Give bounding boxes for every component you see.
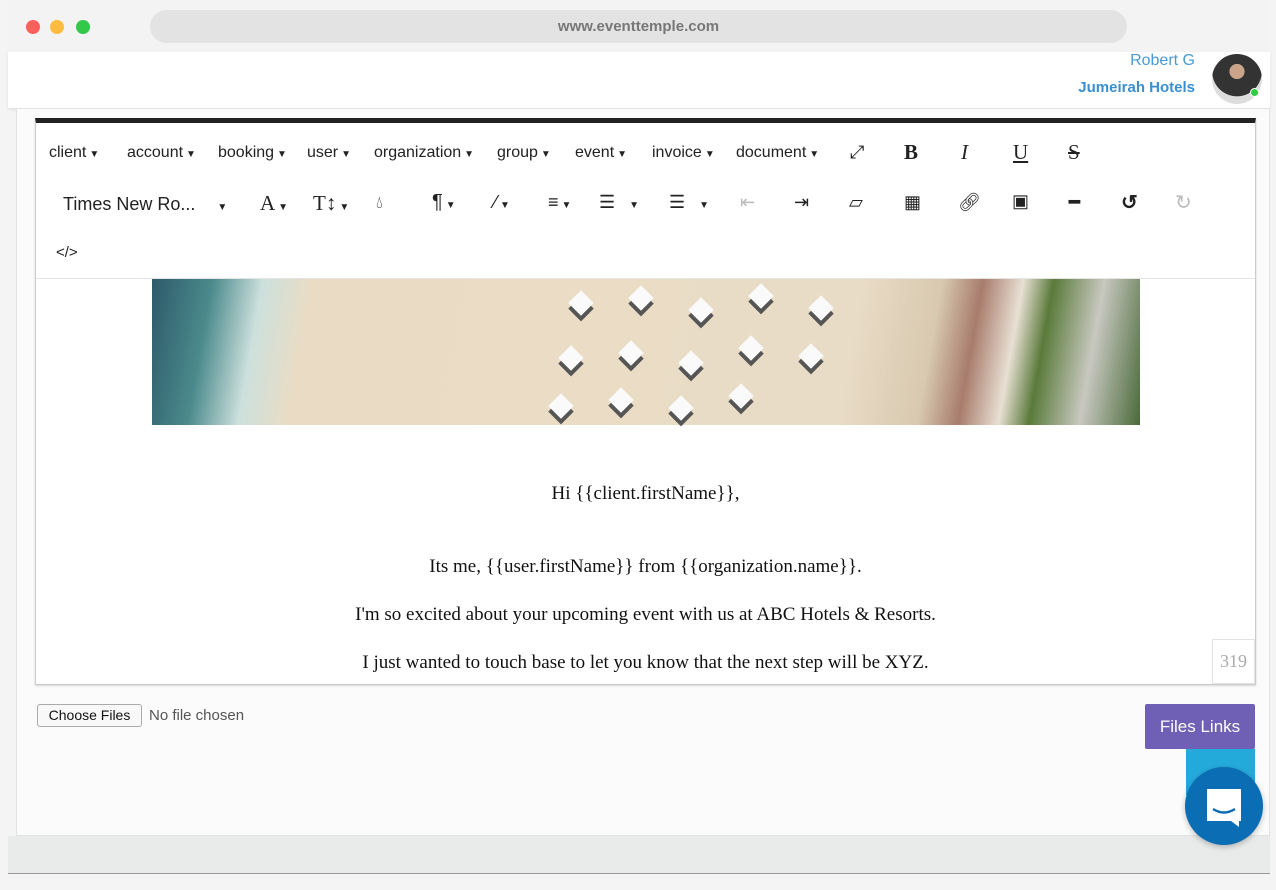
close-window-button[interactable]	[26, 20, 40, 34]
footer-bar	[8, 836, 1270, 874]
redo-icon[interactable]: ↻	[1175, 190, 1192, 215]
maximize-window-button[interactable]	[76, 20, 90, 34]
app-header: Robert G Jumeirah Hotels	[8, 52, 1270, 108]
fullscreen-icon[interactable]: ⤢	[850, 142, 864, 163]
strikethrough-icon[interactable]: S	[1068, 140, 1080, 165]
underline-icon[interactable]: U	[1013, 140, 1028, 165]
merge-menu-organization[interactable]: organization ▼	[374, 144, 474, 162]
minimize-window-button[interactable]	[50, 20, 64, 34]
files-links-button[interactable]: Files Links	[1145, 704, 1255, 749]
chat-launcher-button[interactable]	[1185, 767, 1263, 845]
outdent-icon[interactable]: ⇤	[740, 192, 755, 213]
merge-menu-group[interactable]: group ▼	[497, 144, 551, 162]
color-icon[interactable]: 💧︎	[376, 193, 383, 213]
table-icon[interactable]: ▦	[904, 192, 921, 213]
eraser-icon[interactable]: ▱	[849, 192, 863, 213]
merge-menu-user[interactable]: user ▼	[307, 144, 351, 162]
magic-icon[interactable]: ⁄ ▼	[494, 192, 510, 213]
merge-menu-document[interactable]: document ▼	[736, 144, 819, 162]
email-greeting[interactable]: Hi {{client.firstName}},	[36, 483, 1255, 505]
horizontal-rule-icon[interactable]: ━	[1069, 192, 1080, 213]
choose-files-button[interactable]: Choose Files	[37, 704, 142, 727]
indent-icon[interactable]: ⇥	[794, 192, 809, 213]
paragraph-icon[interactable]: ¶ ▼	[432, 191, 456, 214]
chat-icon	[1207, 789, 1241, 827]
character-count: 319	[1212, 639, 1255, 684]
email-line[interactable]: I just wanted to touch base to let you k…	[36, 652, 1255, 674]
beach-header-image	[152, 279, 1140, 425]
unordered-list-icon[interactable]: ☰ ▼	[669, 192, 709, 213]
online-status-icon	[1250, 88, 1259, 97]
text-height-icon[interactable]: T↕ ▼	[313, 191, 349, 216]
ordered-list-icon[interactable]: ☰ ▼	[599, 192, 639, 213]
merge-menu-booking[interactable]: booking ▼	[218, 144, 287, 162]
merge-menu-event[interactable]: event ▼	[575, 144, 627, 162]
undo-icon[interactable]: ↺	[1121, 190, 1138, 215]
merge-menu-account[interactable]: account ▼	[127, 144, 196, 162]
align-icon[interactable]: ≡ ▼	[548, 192, 571, 213]
bold-icon[interactable]: B	[904, 140, 918, 165]
email-line[interactable]: I'm so excited about your upcoming event…	[36, 604, 1255, 626]
italic-icon[interactable]: I	[961, 140, 968, 165]
font-size-icon[interactable]: A ▼	[260, 191, 288, 216]
email-line[interactable]: Its me, {{user.firstName}} from {{organi…	[36, 556, 1255, 578]
file-status: No file chosen	[149, 707, 245, 724]
merge-menu-client[interactable]: client ▼	[49, 144, 99, 162]
rich-text-editor: client ▼ account ▼ booking ▼ user ▼ organiza…	[35, 118, 1256, 685]
editor-toolbar: client ▼ account ▼ booking ▼ user ▼ organiza…	[36, 123, 1255, 279]
merge-menu-invoice[interactable]: invoice ▼	[652, 144, 715, 162]
user-name[interactable]: Robert G	[1130, 52, 1195, 70]
code-view-icon[interactable]: </>	[56, 244, 78, 261]
organization-name[interactable]: Jumeirah Hotels	[1078, 79, 1195, 96]
image-icon[interactable]: ▣	[1012, 191, 1029, 212]
font-family-select[interactable]: Times New Ro... ▼	[63, 194, 227, 215]
url-bar[interactable]: www.eventtemple.com	[150, 10, 1127, 43]
link-icon[interactable]: 🔗︎	[958, 192, 981, 213]
